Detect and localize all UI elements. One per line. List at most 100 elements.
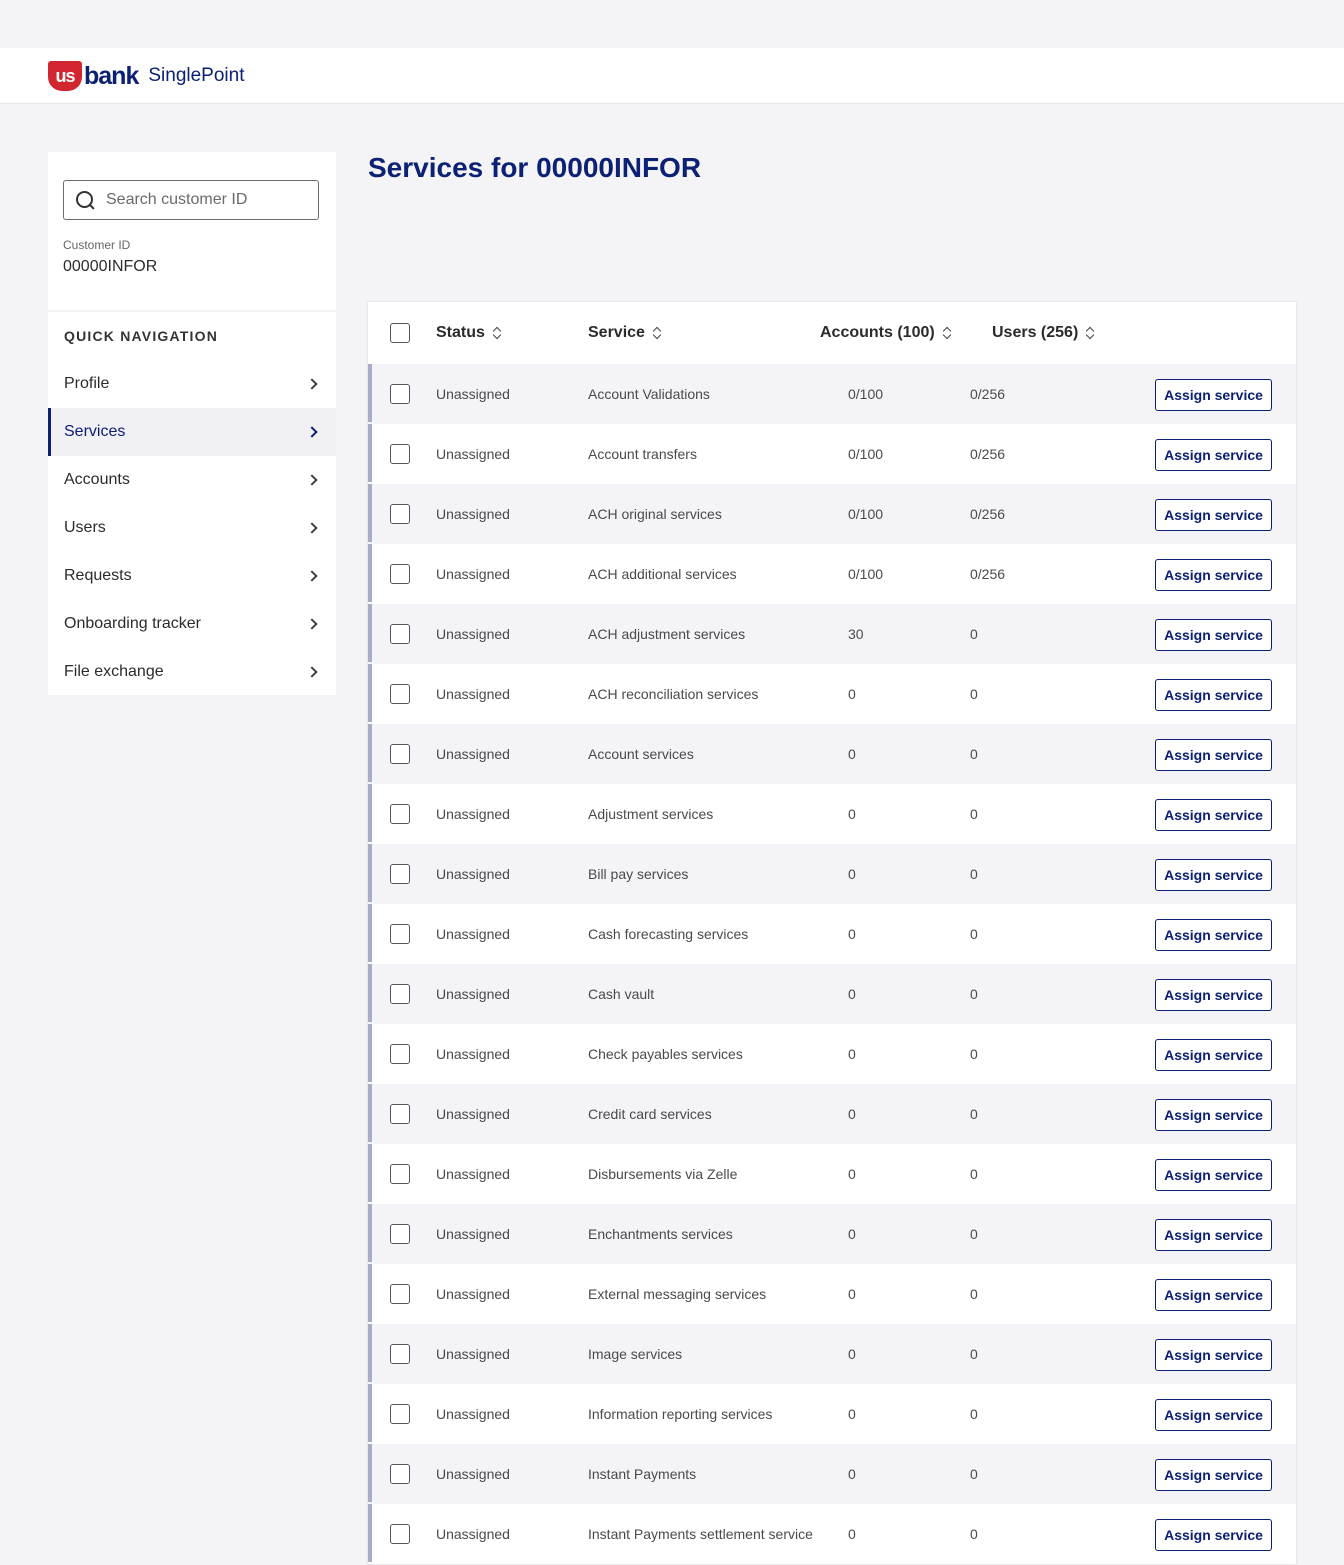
sidebar-item-label: Accounts <box>64 471 130 488</box>
assign-service-button[interactable]: Assign service <box>1155 1159 1272 1191</box>
sidebar-item-users[interactable]: Users <box>48 504 336 552</box>
status-cell: Unassigned <box>436 1466 510 1482</box>
accounts-cell: 0/100 <box>848 446 884 462</box>
sidebar-item-profile[interactable]: Profile <box>48 360 336 408</box>
assign-service-button[interactable]: Assign service <box>1155 1039 1272 1071</box>
customer-id-value: 00000INFOR <box>63 258 158 275</box>
service-cell: Cash vault <box>588 986 655 1002</box>
users-cell: 0 <box>970 1286 978 1302</box>
assign-service-button[interactable]: Assign service <box>1155 1279 1272 1311</box>
sidebar-item-onboarding-tracker[interactable]: Onboarding tracker <box>48 600 336 648</box>
row-checkbox[interactable] <box>390 1104 410 1124</box>
assign-service-button[interactable]: Assign service <box>1155 439 1272 471</box>
status-cell: Unassigned <box>436 1526 510 1542</box>
table-row: Unassigned Enchantments services 0 0 Assign … <box>368 1204 1296 1264</box>
accounts-column-header[interactable]: Accounts (100) <box>820 302 951 364</box>
service-cell: ACH original services <box>588 506 722 522</box>
status-column-header[interactable]: Status <box>436 302 501 364</box>
brand-logo[interactable]: us bank SinglePoint <box>48 60 244 92</box>
brand-bank-text: bank <box>84 61 139 90</box>
select-all-checkbox[interactable] <box>390 323 410 343</box>
row-checkbox[interactable] <box>390 1224 410 1244</box>
assign-service-button[interactable]: Assign service <box>1155 379 1272 411</box>
sidebar-item-services[interactable]: Services <box>48 408 336 456</box>
table-row: Unassigned Bill pay services 0 0 Assign serv… <box>368 844 1296 904</box>
table-row: Unassigned Adjustment services 0 0 Assign se… <box>368 784 1296 844</box>
service-header-label: Service <box>588 324 645 341</box>
users-cell: 0/256 <box>970 446 1006 462</box>
row-checkbox[interactable] <box>390 924 410 944</box>
accounts-cell: 0/100 <box>848 386 884 402</box>
row-checkbox[interactable] <box>390 384 410 404</box>
table-body: Unassigned Account Validations 0/100 0/256 A… <box>368 364 1296 1564</box>
row-checkbox[interactable] <box>390 624 410 644</box>
row-checkbox[interactable] <box>390 984 410 1004</box>
accounts-cell: 0 <box>848 986 856 1002</box>
quick-navigation: QUICK NAVIGATION Profile Services Accounts… <box>48 312 336 695</box>
accounts-header-label: Accounts (100) <box>820 324 935 341</box>
users-cell: 0 <box>970 1226 978 1242</box>
row-checkbox[interactable] <box>390 684 410 704</box>
row-checkbox[interactable] <box>390 1044 410 1064</box>
users-cell: 0 <box>970 1346 978 1362</box>
page-title: Services for 00000INFOR <box>368 152 702 183</box>
assign-service-button[interactable]: Assign service <box>1155 1399 1272 1431</box>
top-bar: us bank SinglePoint <box>0 48 1344 104</box>
sidebar-item-accounts[interactable]: Accounts <box>48 456 336 504</box>
assign-service-button[interactable]: Assign service <box>1155 679 1272 711</box>
status-cell: Unassigned <box>436 446 510 462</box>
table-header: Status Service Accounts (100) Users (256… <box>368 302 1296 364</box>
customer-id-label: Customer ID <box>63 238 131 252</box>
services-table: Status Service Accounts (100) Users (256… <box>368 302 1296 1564</box>
quick-navigation-heading: QUICK NAVIGATION <box>64 328 219 344</box>
row-checkbox[interactable] <box>390 1344 410 1364</box>
assign-service-button[interactable]: Assign service <box>1155 1219 1272 1251</box>
assign-service-button[interactable]: Assign service <box>1155 919 1272 951</box>
service-cell: Instant Payments <box>588 1466 697 1482</box>
assign-service-button[interactable]: Assign service <box>1155 619 1272 651</box>
assign-service-button[interactable]: Assign service <box>1155 1459 1272 1491</box>
row-checkbox[interactable] <box>390 504 410 524</box>
status-cell: Unassigned <box>436 1106 510 1122</box>
chevron-right-icon <box>306 570 318 582</box>
row-checkbox[interactable] <box>390 1284 410 1304</box>
row-checkbox[interactable] <box>390 444 410 464</box>
row-checkbox[interactable] <box>390 1404 410 1424</box>
assign-service-button[interactable]: Assign service <box>1155 559 1272 591</box>
sidebar-item-requests[interactable]: Requests <box>48 552 336 600</box>
search-input[interactable] <box>106 191 306 209</box>
accounts-cell: 0 <box>848 1346 856 1362</box>
row-checkbox[interactable] <box>390 744 410 764</box>
status-cell: Unassigned <box>436 626 510 642</box>
sidebar-item-file-exchange[interactable]: File exchange <box>48 648 336 696</box>
status-cell: Unassigned <box>436 506 510 522</box>
service-cell: ACH reconciliation services <box>588 686 759 702</box>
service-column-header[interactable]: Service <box>588 302 661 364</box>
row-checkbox[interactable] <box>390 564 410 584</box>
assign-service-button[interactable]: Assign service <box>1155 499 1272 531</box>
service-cell: External messaging services <box>588 1286 767 1302</box>
assign-service-button[interactable]: Assign service <box>1155 859 1272 891</box>
table-row: Unassigned Cash vault 0 0 Assign service <box>368 964 1296 1024</box>
assign-service-button[interactable]: Assign service <box>1155 799 1272 831</box>
shield-icon: us <box>48 61 82 91</box>
assign-service-button[interactable]: Assign service <box>1155 1339 1272 1371</box>
assign-service-button[interactable]: Assign service <box>1155 739 1272 771</box>
row-checkbox[interactable] <box>390 1524 410 1544</box>
assign-service-button[interactable]: Assign service <box>1155 979 1272 1011</box>
table-row: Unassigned ACH additional services 0/100 0/… <box>368 544 1296 604</box>
row-checkbox[interactable] <box>390 864 410 884</box>
row-checkbox[interactable] <box>390 1164 410 1184</box>
assign-service-button[interactable]: Assign service <box>1155 1519 1272 1551</box>
users-column-header[interactable]: Users (256) <box>992 302 1094 364</box>
row-checkbox[interactable] <box>390 1464 410 1484</box>
accounts-cell: 30 <box>848 626 864 642</box>
assign-service-button[interactable]: Assign service <box>1155 1099 1272 1131</box>
search-icon <box>76 191 94 209</box>
table-row: Unassigned Credit card services 0 0 Assign s… <box>368 1084 1296 1144</box>
users-cell: 0 <box>970 1046 978 1062</box>
row-checkbox[interactable] <box>390 804 410 824</box>
sidebar-item-label: File exchange <box>64 663 164 680</box>
users-cell: 0 <box>970 1106 978 1122</box>
service-cell: Cash forecasting services <box>588 926 749 942</box>
